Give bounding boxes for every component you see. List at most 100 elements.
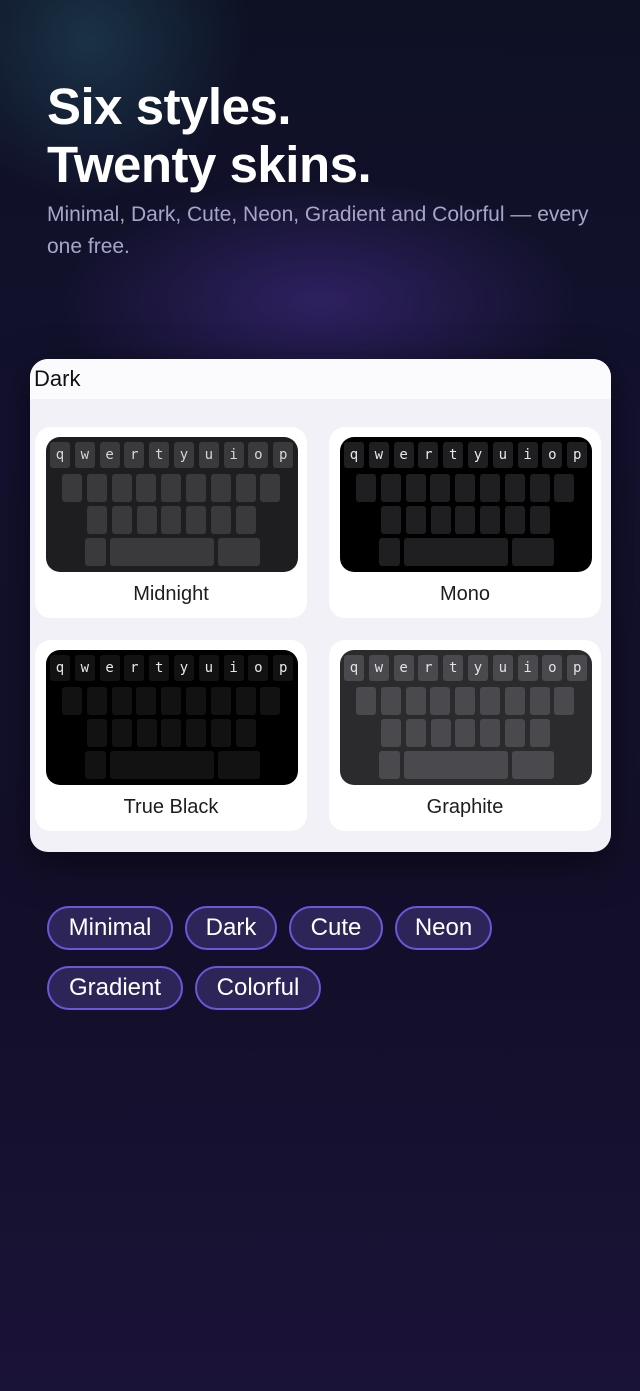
keyboard-key	[235, 474, 256, 502]
return-key	[218, 751, 260, 779]
key-q: q	[50, 655, 70, 681]
keyboard-key	[161, 506, 182, 534]
keyboard-key	[356, 474, 376, 502]
keyboard-key	[356, 687, 376, 715]
keyboard-key	[430, 719, 451, 747]
return-key	[218, 538, 260, 566]
keyboard-key	[186, 687, 206, 715]
keyboard-key	[186, 719, 207, 747]
keyboard-key	[430, 474, 451, 502]
keyboard-key	[210, 474, 231, 502]
keyboard-preview: qwertyuiop	[46, 650, 298, 785]
keyboard-key	[62, 687, 82, 715]
key-i: i	[517, 655, 538, 681]
chip-dark[interactable]: Dark	[185, 906, 277, 950]
key-w: w	[368, 442, 389, 468]
keyboard-key	[480, 506, 501, 534]
modifier-key	[85, 538, 106, 566]
key-t: t	[149, 655, 170, 681]
key-o: o	[542, 655, 563, 681]
key-t: t	[149, 442, 170, 468]
skin-name: Graphite	[426, 796, 504, 818]
keyboard-key	[186, 506, 207, 534]
keyboard-key	[136, 687, 157, 715]
modifier-key	[379, 538, 400, 566]
skin-card-mono[interactable]: qwertyuiop Mono	[329, 427, 601, 618]
key-q: q	[50, 442, 70, 468]
keyboard-key	[480, 687, 500, 715]
key-r: r	[418, 442, 439, 468]
keyboard-key	[260, 687, 281, 715]
key-u: u	[198, 442, 219, 468]
keyboard-key	[235, 687, 256, 715]
keyboard-key	[235, 719, 256, 747]
skin-card-graphite[interactable]: qwertyuiop Graphite	[329, 640, 601, 831]
hero-title: Six styles. Twenty skins.	[47, 78, 372, 194]
key-w: w	[368, 655, 389, 681]
skin-panel: Dark qwertyuiop Midnight qwertyuiop Mono…	[30, 359, 611, 852]
keyboard-key	[381, 506, 401, 534]
key-r: r	[418, 655, 439, 681]
chip-gradient[interactable]: Gradient	[47, 966, 183, 1010]
keyboard-key	[554, 474, 575, 502]
spacebar-key	[404, 538, 508, 566]
spacebar-key	[110, 751, 214, 779]
keyboard-key	[62, 474, 82, 502]
keyboard-key	[405, 687, 426, 715]
key-e: e	[99, 442, 120, 468]
skin-card-true-black[interactable]: qwertyuiop True Black	[35, 640, 307, 831]
keyboard-key	[504, 687, 525, 715]
keyboard-key	[136, 474, 157, 502]
keyboard-key	[455, 687, 476, 715]
keyboard-key	[211, 506, 231, 534]
key-t: t	[443, 655, 464, 681]
key-w: w	[74, 655, 95, 681]
spacebar-key	[404, 751, 508, 779]
key-i: i	[517, 442, 538, 468]
chip-colorful[interactable]: Colorful	[195, 966, 321, 1010]
key-o: o	[248, 655, 269, 681]
keyboard-key	[505, 506, 525, 534]
key-q: q	[344, 655, 364, 681]
keyboard-key	[380, 474, 401, 502]
keyboard-key	[380, 687, 401, 715]
keyboard-key	[161, 687, 182, 715]
keyboard-key	[210, 687, 231, 715]
keyboard-key	[87, 719, 107, 747]
modifier-key	[85, 751, 106, 779]
keyboard-preview: qwertyuiop	[340, 650, 592, 785]
chip-neon[interactable]: Neon	[395, 906, 492, 950]
hero-subtitle: Minimal, Dark, Cute, Neon, Gradient and …	[47, 203, 589, 258]
key-o: o	[248, 442, 269, 468]
keyboard-key	[529, 474, 550, 502]
keyboard-key	[430, 506, 451, 534]
key-r: r	[124, 442, 145, 468]
chip-cute[interactable]: Cute	[289, 906, 383, 950]
keyboard-key	[405, 719, 426, 747]
key-y: y	[468, 442, 488, 468]
keyboard-key	[87, 506, 107, 534]
hero-title-line-2: Twenty skins.	[47, 136, 372, 193]
keyboard-key	[455, 719, 476, 747]
key-e: e	[393, 655, 414, 681]
keyboard-key	[504, 474, 525, 502]
skin-name: True Black	[123, 796, 219, 818]
keyboard-key	[211, 719, 231, 747]
skin-name: Midnight	[133, 583, 209, 605]
key-y: y	[468, 655, 488, 681]
chip-minimal[interactable]: Minimal	[47, 906, 173, 950]
keyboard-key	[455, 506, 476, 534]
key-w: w	[74, 442, 95, 468]
key-e: e	[99, 655, 120, 681]
keyboard-preview: qwertyuiop	[46, 437, 298, 572]
modifier-key	[379, 751, 400, 779]
skin-card-midnight[interactable]: qwertyuiop Midnight	[35, 427, 307, 618]
panel-title: Dark	[34, 366, 81, 391]
key-p: p	[567, 655, 588, 681]
key-i: i	[223, 655, 244, 681]
keyboard-key	[480, 474, 500, 502]
keyboard-key	[136, 719, 157, 747]
keyboard-key	[161, 474, 182, 502]
key-p: p	[567, 442, 588, 468]
keyboard-preview: qwertyuiop	[340, 437, 592, 572]
